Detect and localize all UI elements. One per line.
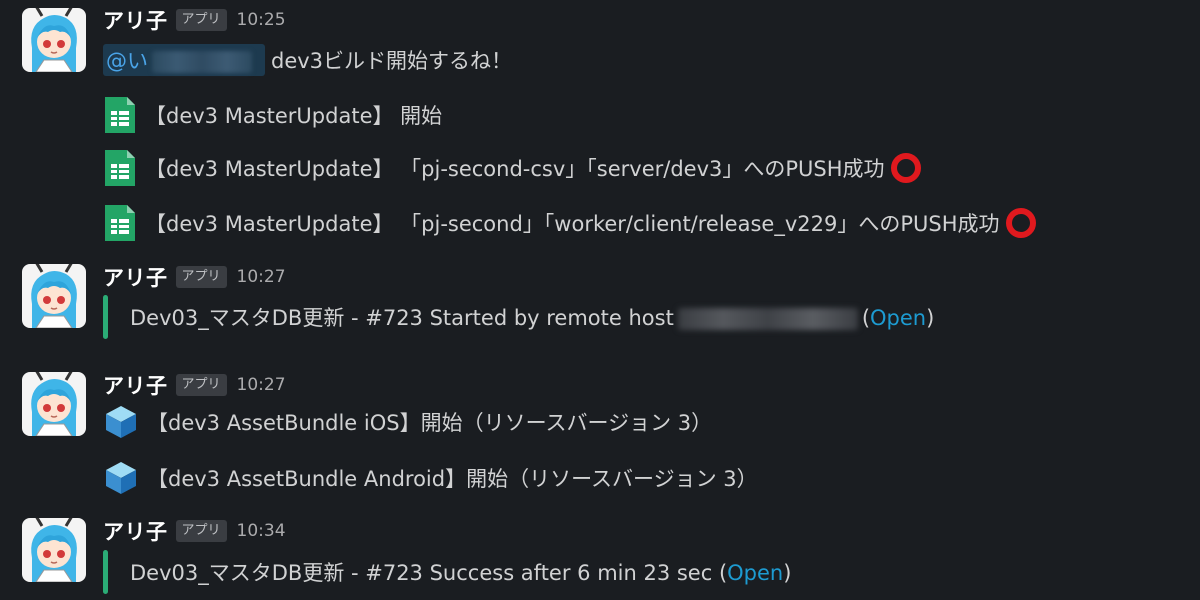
redacted-name	[152, 51, 252, 73]
timestamp[interactable]: 10:34	[237, 521, 286, 541]
attachment: Dev03_マスタDB更新 - #723 Started by remote h…	[103, 295, 934, 339]
line-text: 【dev3 AssetBundle Android】開始（リソースバージョン 3…	[147, 467, 758, 491]
timestamp[interactable]: 10:27	[237, 375, 286, 395]
app-badge: アプリ	[175, 520, 227, 542]
attachment-bar	[103, 550, 108, 594]
google-sheets-icon	[104, 96, 136, 134]
message-header: アリ子 アプリ 10:34	[103, 516, 286, 546]
sender-name[interactable]: アリ子	[103, 516, 168, 546]
app-badge: アプリ	[175, 374, 227, 396]
message-header: アリ子 アプリ 10:27	[103, 262, 286, 292]
message-text: @い dev3ビルド開始するね！	[103, 42, 512, 78]
cube-icon	[106, 462, 136, 494]
message-body: dev3ビルド開始するね！	[271, 49, 513, 73]
message-header: アリ子 アプリ 10:25	[103, 5, 286, 35]
line-text: 【dev3 MasterUpdate】 「pj-second-csv」「serv…	[145, 157, 885, 181]
sender-name[interactable]: アリ子	[103, 5, 168, 35]
open-link[interactable]: Open	[727, 561, 783, 585]
avatar[interactable]	[22, 8, 86, 72]
sender-name[interactable]: アリ子	[103, 370, 168, 400]
open-link[interactable]: Open	[870, 306, 926, 330]
red-circle-icon	[890, 153, 921, 183]
google-sheets-icon	[104, 204, 136, 242]
message-line: 【dev3 AssetBundle iOS】開始（リソースバージョン 3）	[103, 404, 712, 440]
user-mention[interactable]: @い	[103, 44, 265, 76]
line-text: 【dev3 AssetBundle iOS】開始（リソースバージョン 3）	[147, 411, 713, 435]
red-circle-icon	[1005, 208, 1036, 238]
message-header: アリ子 アプリ 10:27	[103, 370, 286, 400]
avatar[interactable]	[22, 264, 86, 328]
timestamp[interactable]: 10:25	[237, 10, 286, 30]
avatar[interactable]	[22, 372, 86, 436]
app-badge: アプリ	[175, 9, 227, 31]
google-sheets-icon	[104, 149, 136, 187]
cube-icon	[106, 406, 136, 438]
line-text: 【dev3 MasterUpdate】 開始	[145, 104, 443, 128]
message-line: 【dev3 AssetBundle Android】開始（リソースバージョン 3…	[103, 460, 758, 496]
message-line: 【dev3 MasterUpdate】 「pj-second-csv」「serv…	[103, 148, 921, 188]
message-feed: アリ子 アプリ 10:25 @い dev3ビルド開始するね！ 【dev3 Mas…	[0, 0, 1200, 600]
app-badge: アプリ	[175, 266, 227, 288]
timestamp[interactable]: 10:27	[237, 267, 286, 287]
message-line: 【dev3 MasterUpdate】 開始	[103, 95, 442, 135]
message-line: 【dev3 MasterUpdate】 「pj-second」「worker/c…	[103, 203, 1036, 243]
redacted-host	[677, 308, 858, 330]
attachment: Dev03_マスタDB更新 - #723 Success after 6 min…	[103, 550, 791, 594]
sender-name[interactable]: アリ子	[103, 262, 168, 292]
attachment-text: Dev03_マスタDB更新 - #723 Started by remote h…	[130, 306, 935, 330]
attachment-bar	[103, 295, 108, 339]
attachment-text: Dev03_マスタDB更新 - #723 Success after 6 min…	[130, 561, 792, 585]
line-text: 【dev3 MasterUpdate】 「pj-second」「worker/c…	[145, 212, 1000, 236]
avatar[interactable]	[22, 518, 86, 582]
